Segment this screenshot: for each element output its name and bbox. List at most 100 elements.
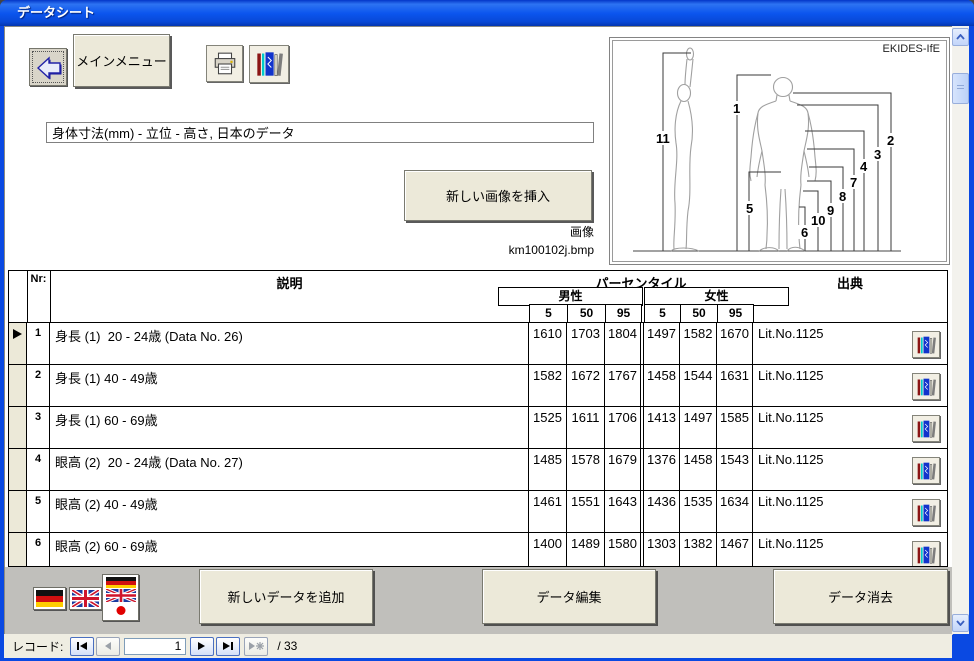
header-female-p95: 95 bbox=[717, 304, 754, 323]
cell-male-p50[interactable]: 1703 bbox=[567, 323, 605, 365]
cell-source: Lit.No.1125 bbox=[753, 491, 947, 533]
language-japanese-button[interactable] bbox=[102, 574, 139, 621]
cell-male-p5[interactable]: 1610 bbox=[529, 323, 567, 365]
cell-female-p50[interactable]: 1582 bbox=[680, 323, 717, 365]
cell-female-p5[interactable]: 1436 bbox=[644, 491, 680, 533]
cell-male-p5[interactable]: 1400 bbox=[529, 533, 567, 567]
cell-description[interactable]: 身長 (1) 20 - 24歳 (Data No. 26) bbox=[50, 323, 529, 365]
source-text: Lit.No.1125 bbox=[758, 326, 824, 341]
record-selector[interactable] bbox=[9, 407, 27, 449]
title-bar[interactable]: データシート bbox=[0, 0, 974, 26]
source-literature-button[interactable] bbox=[912, 457, 940, 484]
table-body: 1 身長 (1) 20 - 24歳 (Data No. 26) 1610 170… bbox=[9, 323, 947, 567]
scrollbar-thumb[interactable] bbox=[952, 73, 969, 104]
cell-female-p50[interactable]: 1458 bbox=[680, 449, 717, 491]
previous-record-icon bbox=[102, 641, 114, 651]
cell-female-p5[interactable]: 1303 bbox=[644, 533, 680, 567]
record-last-button[interactable] bbox=[216, 637, 240, 656]
cell-female-p50[interactable]: 1382 bbox=[680, 533, 717, 567]
record-number-input[interactable] bbox=[124, 638, 186, 655]
group-divider: 1767 bbox=[605, 365, 641, 407]
record-selector[interactable] bbox=[9, 449, 27, 491]
books-icon bbox=[255, 50, 283, 78]
header-male-p95: 95 bbox=[605, 304, 642, 323]
scroll-up-button[interactable] bbox=[952, 28, 969, 46]
cell-source: Lit.No.1125 bbox=[753, 449, 947, 491]
source-literature-button[interactable] bbox=[912, 499, 940, 526]
uk-flag-small-icon bbox=[106, 589, 136, 602]
source-text: Lit.No.1125 bbox=[758, 494, 824, 509]
cell-female-p5[interactable]: 1376 bbox=[644, 449, 680, 491]
figure-label-2: 2 bbox=[887, 133, 894, 148]
cell-male-p50[interactable]: 1611 bbox=[567, 407, 605, 449]
source-literature-button[interactable] bbox=[912, 541, 940, 567]
cell-description[interactable]: 眼高 (2) 60 - 69歳 bbox=[50, 533, 529, 567]
record-total: / 33 bbox=[277, 639, 297, 653]
language-german-button[interactable] bbox=[33, 587, 66, 610]
record-selector[interactable] bbox=[9, 491, 27, 533]
figure-label-4: 4 bbox=[860, 159, 868, 174]
cell-male-p50[interactable]: 1578 bbox=[567, 449, 605, 491]
record-first-button[interactable] bbox=[70, 637, 94, 656]
back-button[interactable] bbox=[29, 48, 67, 86]
cell-male-p50[interactable]: 1551 bbox=[567, 491, 605, 533]
cell-male-p5[interactable]: 1485 bbox=[529, 449, 567, 491]
record-selector[interactable] bbox=[9, 323, 27, 365]
edit-data-button[interactable]: データ編集 bbox=[482, 569, 656, 624]
window-title: データシート bbox=[17, 5, 95, 20]
cell-female-p95[interactable]: 1467 bbox=[717, 533, 753, 567]
source-literature-button[interactable] bbox=[912, 331, 940, 358]
insert-image-button[interactable]: 新しい画像を挿入 bbox=[404, 170, 592, 221]
cell-nr: 1 bbox=[27, 323, 50, 365]
cell-male-p5[interactable]: 1582 bbox=[529, 365, 567, 407]
record-selector[interactable] bbox=[9, 533, 27, 567]
cell-source: Lit.No.1125 bbox=[753, 407, 947, 449]
cell-female-p95[interactable]: 1543 bbox=[717, 449, 753, 491]
cell-nr: 2 bbox=[27, 365, 50, 407]
books-icon bbox=[916, 419, 936, 439]
cell-male-p50[interactable]: 1489 bbox=[567, 533, 605, 567]
scroll-down-button[interactable] bbox=[952, 614, 969, 632]
record-navigation-bar: レコード: / 33 bbox=[4, 634, 952, 658]
delete-data-button[interactable]: データ消去 bbox=[773, 569, 948, 624]
cell-female-p5[interactable]: 1413 bbox=[644, 407, 680, 449]
cell-source: Lit.No.1125 bbox=[753, 365, 947, 407]
cell-male-p5[interactable]: 1525 bbox=[529, 407, 567, 449]
header-nr: Nr: bbox=[27, 273, 50, 285]
cell-female-p5[interactable]: 1458 bbox=[644, 365, 680, 407]
cell-description[interactable]: 眼高 (2) 20 - 24歳 (Data No. 27) bbox=[50, 449, 529, 491]
language-english-button[interactable] bbox=[69, 587, 102, 610]
vertical-scrollbar[interactable] bbox=[952, 26, 969, 634]
cell-description[interactable]: 身長 (1) 60 - 69歳 bbox=[50, 407, 529, 449]
cell-female-p50[interactable]: 1535 bbox=[680, 491, 717, 533]
cell-female-p95[interactable]: 1670 bbox=[717, 323, 753, 365]
cell-description[interactable]: 身長 (1) 40 - 49歳 bbox=[50, 365, 529, 407]
add-data-button[interactable]: 新しいデータを追加 bbox=[199, 569, 373, 624]
cell-female-p95[interactable]: 1634 bbox=[717, 491, 753, 533]
literature-button[interactable] bbox=[249, 45, 289, 83]
figure-label-1: 1 bbox=[733, 101, 740, 116]
figure-label-7: 7 bbox=[850, 175, 857, 190]
new-record-icon bbox=[248, 641, 264, 651]
cell-male-p5[interactable]: 1461 bbox=[529, 491, 567, 533]
cell-female-p5[interactable]: 1497 bbox=[644, 323, 680, 365]
cell-female-p95[interactable]: 1631 bbox=[717, 365, 753, 407]
source-literature-button[interactable] bbox=[912, 415, 940, 442]
header-female-p5: 5 bbox=[644, 304, 681, 323]
cell-female-p50[interactable]: 1544 bbox=[680, 365, 717, 407]
cell-description[interactable]: 眼高 (2) 40 - 49歳 bbox=[50, 491, 529, 533]
record-next-button[interactable] bbox=[190, 637, 214, 656]
record-previous-button bbox=[96, 637, 120, 656]
record-new-button bbox=[244, 637, 268, 656]
record-selector[interactable] bbox=[9, 365, 27, 407]
sheet-title-input[interactable] bbox=[46, 122, 594, 143]
image-filename: km100102j.bmp bbox=[394, 243, 594, 257]
cell-female-p95[interactable]: 1585 bbox=[717, 407, 753, 449]
source-literature-button[interactable] bbox=[912, 373, 940, 400]
cell-female-p50[interactable]: 1497 bbox=[680, 407, 717, 449]
print-button[interactable] bbox=[206, 45, 243, 82]
figure-label-9: 9 bbox=[827, 203, 834, 218]
cell-male-p50[interactable]: 1672 bbox=[567, 365, 605, 407]
main-menu-button[interactable]: メインメニュー bbox=[73, 34, 170, 87]
data-table: Nr: 説明 パーセンタイル 出典 男性 女性 5 50 95 5 50 95 … bbox=[8, 270, 948, 567]
